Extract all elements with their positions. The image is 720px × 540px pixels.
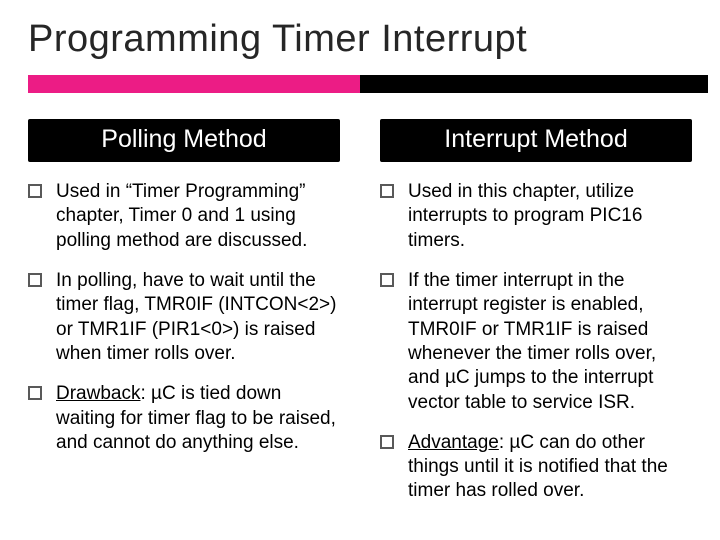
column-left: Polling Method Used in “Timer Programmin… [28, 119, 340, 520]
list-item-text: Used in “Timer Programming” chapter, Tim… [56, 180, 340, 253]
lead-word: Drawback [56, 383, 140, 404]
column-right-header: Interrupt Method [380, 119, 692, 162]
accent-bar-black [360, 75, 708, 93]
square-bullet-icon [380, 184, 394, 198]
list-item: Used in this chapter, utilize interrupts… [380, 180, 692, 253]
column-left-list: Used in “Timer Programming” chapter, Tim… [28, 180, 340, 455]
lead-word: Advantage [408, 432, 499, 453]
column-right: Interrupt Method Used in this chapter, u… [380, 119, 692, 520]
list-item-text: Advantage: µC can do other things until … [408, 431, 692, 504]
accent-bar [28, 75, 708, 93]
list-item: In polling, have to wait until the timer… [28, 269, 340, 366]
list-item-text: Drawback: µC is tied down waiting for ti… [56, 382, 340, 455]
square-bullet-icon [380, 435, 394, 449]
columns-container: Polling Method Used in “Timer Programmin… [28, 119, 692, 520]
list-item-text: If the timer interrupt in the interrupt … [408, 269, 692, 415]
square-bullet-icon [28, 273, 42, 287]
accent-bar-pink [28, 75, 360, 93]
list-item-text: In polling, have to wait until the timer… [56, 269, 340, 366]
list-item: Used in “Timer Programming” chapter, Tim… [28, 180, 340, 253]
column-left-header: Polling Method [28, 119, 340, 162]
square-bullet-icon [380, 273, 394, 287]
list-item: Drawback: µC is tied down waiting for ti… [28, 382, 340, 455]
square-bullet-icon [28, 386, 42, 400]
square-bullet-icon [28, 184, 42, 198]
list-item: Advantage: µC can do other things until … [380, 431, 692, 504]
list-item-text: Used in this chapter, utilize interrupts… [408, 180, 692, 253]
column-right-list: Used in this chapter, utilize interrupts… [380, 180, 692, 504]
slide-title: Programming Timer Interrupt [28, 18, 692, 61]
slide: Programming Timer Interrupt Polling Meth… [0, 0, 720, 540]
list-item: If the timer interrupt in the interrupt … [380, 269, 692, 415]
